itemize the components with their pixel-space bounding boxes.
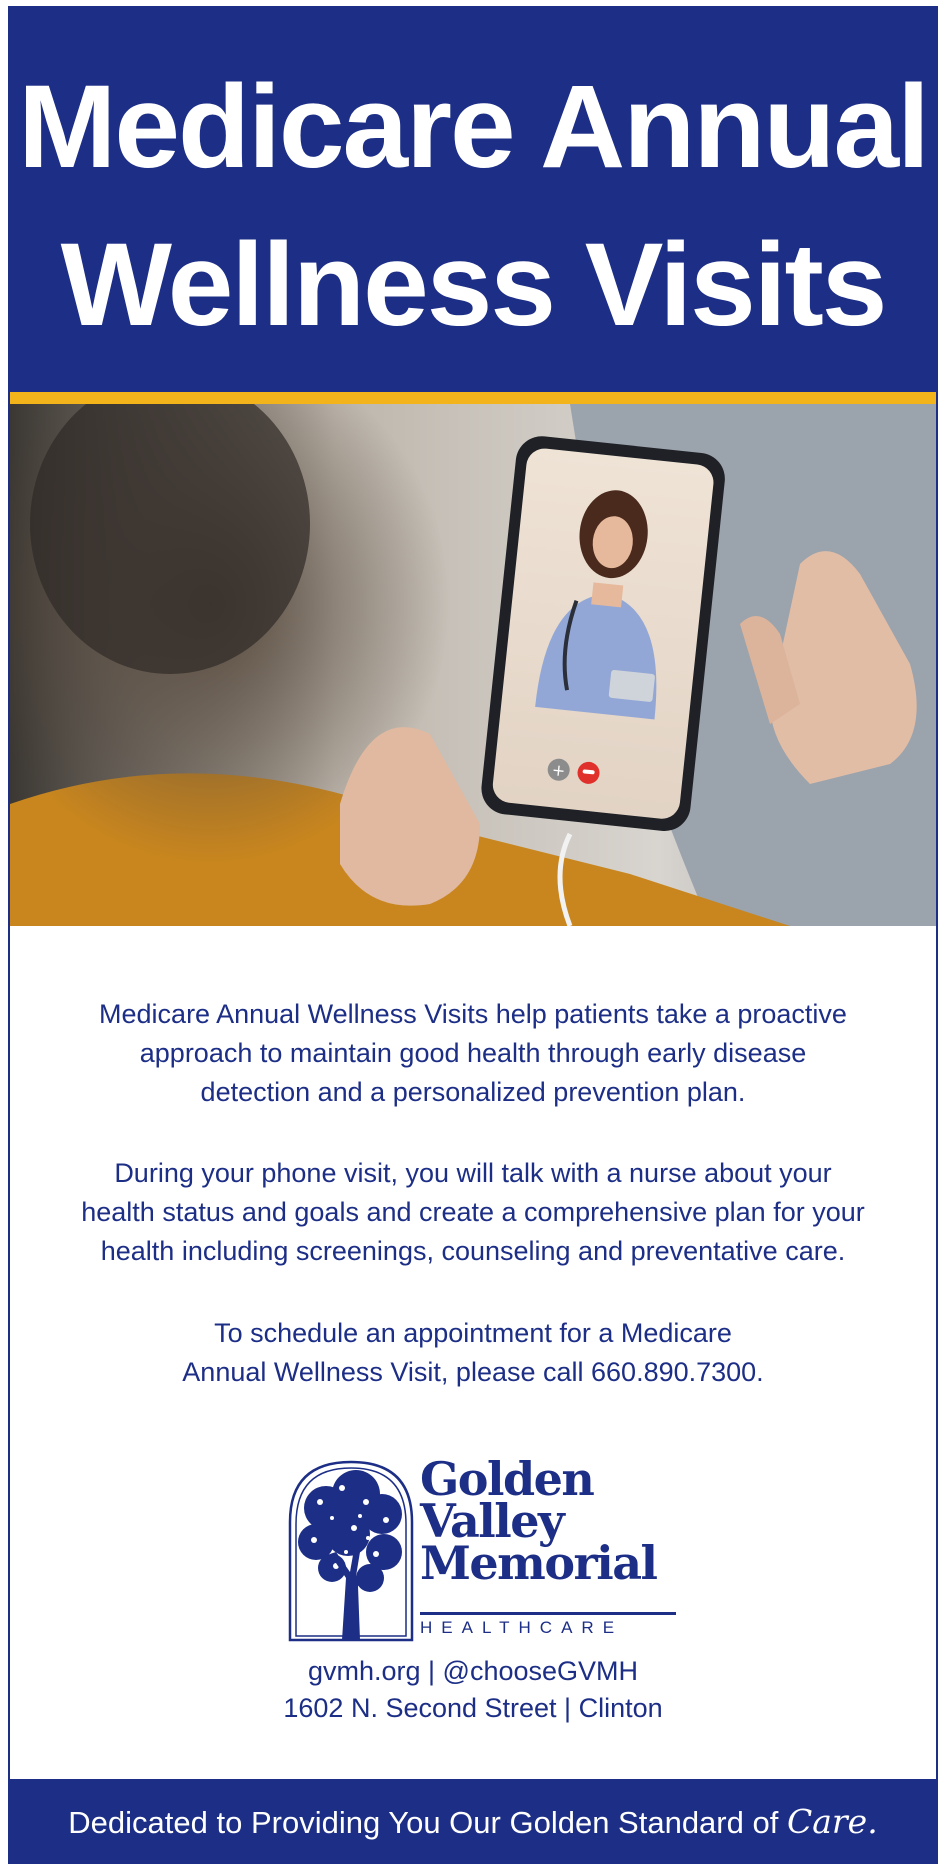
header-banner: Medicare Annual Wellness Visits bbox=[10, 8, 936, 392]
gvmh-logo: Golden Valley Memorial HEALTHCARE bbox=[286, 1456, 680, 1643]
telehealth-photo: + bbox=[10, 404, 936, 926]
schedule-line-2[interactable]: Annual Wellness Visit, please call 660.8… bbox=[182, 1357, 763, 1387]
footer-tagline: Dedicated to Providing You Our Golden St… bbox=[10, 1779, 936, 1864]
logo-wordmark: Golden Valley Memorial bbox=[420, 1456, 658, 1590]
logo-word-healthcare: HEALTHCARE bbox=[420, 1618, 624, 1637]
phone-visit-line-2: health status and goals and create a com… bbox=[81, 1197, 865, 1227]
title-line-2: Wellness Visits bbox=[60, 219, 888, 351]
footer-banner: Dedicated to Providing You Our Golden St… bbox=[10, 1779, 936, 1864]
schedule-line-1: To schedule an appointment for a Medicar… bbox=[214, 1318, 732, 1348]
phone-visit-paragraph: During your phone visit, you will talk w… bbox=[60, 1154, 886, 1271]
phone-visit-line-3: health including screenings, counseling … bbox=[100, 1236, 846, 1266]
gold-divider bbox=[10, 392, 936, 404]
schedule-paragraph: To schedule an appointment for a Medicar… bbox=[60, 1314, 886, 1392]
svg-text:+: + bbox=[551, 760, 566, 780]
tagline-script-care: Care. bbox=[786, 1802, 878, 1841]
logo-word-memorial: Memorial bbox=[420, 1536, 658, 1590]
logo-rule bbox=[420, 1612, 676, 1615]
phone-visit-line-1: During your phone visit, you will talk w… bbox=[114, 1158, 832, 1188]
address-line: 1602 N. Second Street | Clinton bbox=[283, 1693, 663, 1723]
intro-line-2: approach to maintain good health through… bbox=[139, 1038, 807, 1068]
tree-emblem-icon bbox=[288, 1460, 414, 1642]
title-line-1: Medicare Annual bbox=[18, 61, 930, 193]
intro-line-1: Medicare Annual Wellness Visits help pat… bbox=[99, 999, 847, 1029]
tagline-text: Dedicated to Providing You Our Golden St… bbox=[68, 1805, 779, 1840]
intro-paragraph: Medicare Annual Wellness Visits help pat… bbox=[60, 995, 886, 1112]
page-title: Medicare Annual Wellness Visits bbox=[10, 48, 936, 364]
intro-line-3: detection and a personalized prevention … bbox=[200, 1077, 746, 1107]
web-social-line[interactable]: gvmh.org | @chooseGVMH bbox=[0, 1656, 946, 1687]
